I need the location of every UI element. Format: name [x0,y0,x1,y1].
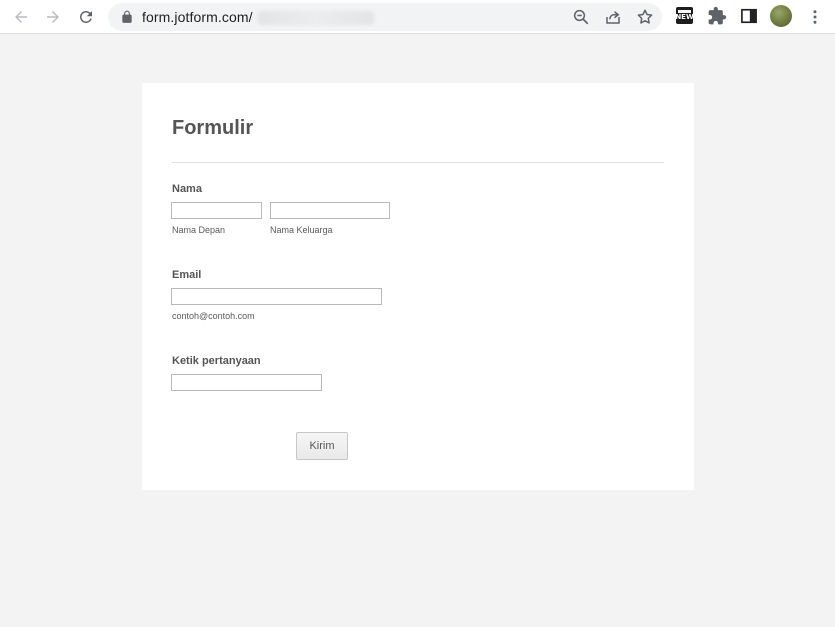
puzzle-extensions-icon[interactable] [707,6,727,26]
form-title: Formulir [172,117,254,139]
form-card: Formulir Nama Nama Depan Nama Keluarga E… [142,83,694,490]
zoom-out-icon[interactable] [572,8,590,26]
name-label: Nama [172,183,202,195]
browser-toolbar: form.jotform.com/ NEW [0,0,835,34]
news-badge-text: NEW [675,13,694,21]
url-text: form.jotform.com/ [142,9,253,25]
question-input[interactable] [171,374,322,391]
share-icon[interactable] [604,8,622,26]
back-button[interactable] [8,4,34,30]
reload-button[interactable] [73,4,99,30]
lock-icon [122,10,132,23]
first-name-input[interactable] [171,202,262,219]
first-name-sublabel: Nama Depan [172,225,226,235]
email-sublabel: contoh@contoh.com [172,311,255,321]
side-panel-icon[interactable] [739,6,759,26]
star-icon[interactable] [636,8,654,26]
forward-button[interactable] [40,4,66,30]
url-redacted [258,11,374,25]
address-bar[interactable]: form.jotform.com/ [108,3,662,31]
submit-button[interactable]: Kirim [296,432,348,460]
news-extension-icon[interactable]: NEW [675,7,694,24]
question-label: Ketik pertanyaan [172,355,261,367]
title-divider [172,162,664,163]
arrow-left-icon [15,11,27,23]
email-input[interactable] [171,288,382,305]
more-menu-icon[interactable] [806,7,824,27]
profile-avatar[interactable] [770,5,792,27]
arrow-right-icon [47,11,59,23]
reload-icon [79,10,92,23]
email-label: Email [172,269,202,281]
last-name-sublabel: Nama Keluarga [270,225,333,235]
last-name-input[interactable] [270,202,390,219]
